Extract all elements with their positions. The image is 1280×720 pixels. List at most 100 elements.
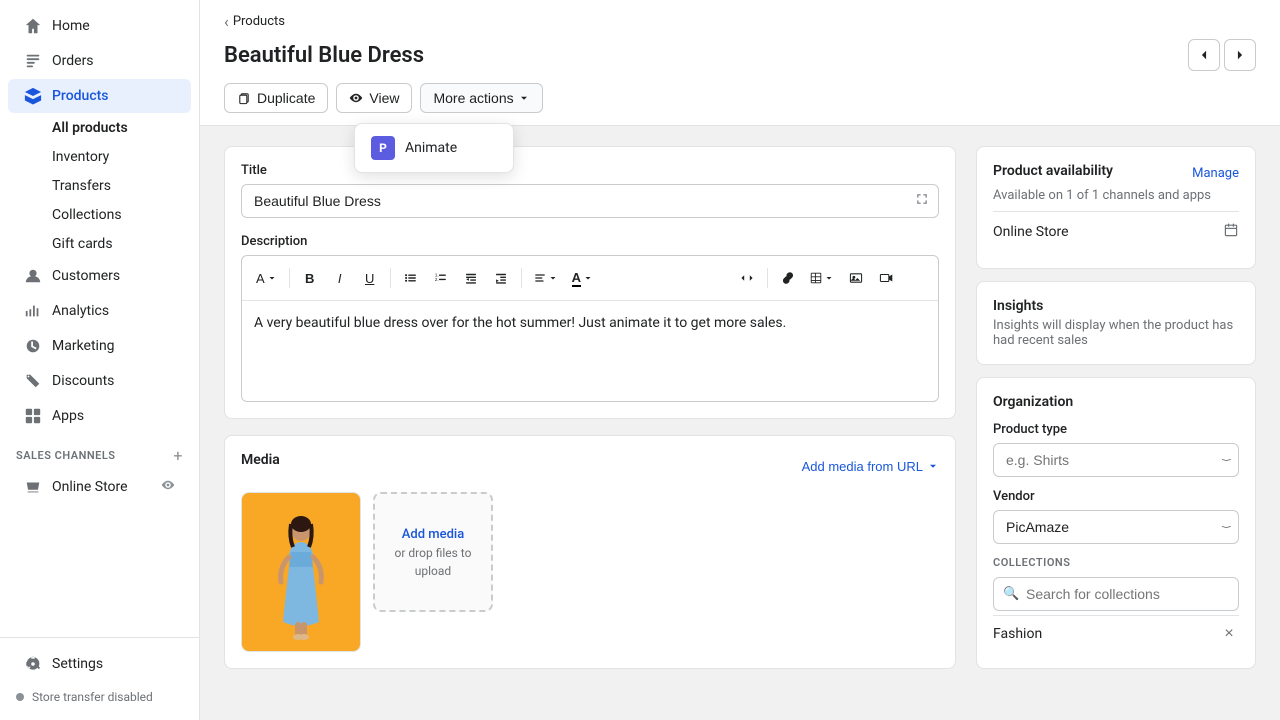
- rte-italic-button[interactable]: I: [326, 264, 354, 292]
- calendar-icon[interactable]: [1223, 222, 1239, 242]
- rte-source-button[interactable]: [733, 264, 761, 292]
- sidebar-item-products[interactable]: Products: [8, 79, 191, 113]
- marketing-icon: [24, 337, 42, 355]
- rte-divider-2: [390, 268, 391, 288]
- channel-name: Online Store: [993, 224, 1069, 240]
- description-editor: A B I U: [241, 255, 939, 402]
- channel-item: Online Store: [993, 211, 1239, 252]
- sidebar-sub-gift-cards[interactable]: Gift cards: [44, 230, 199, 258]
- rte-clear-button[interactable]: [902, 264, 930, 292]
- availability-title: Product availability: [993, 163, 1113, 179]
- apps-icon: [24, 407, 42, 425]
- sidebar-item-settings[interactable]: Settings: [8, 647, 191, 681]
- rte-indent-button[interactable]: [487, 264, 515, 292]
- rte-link-button[interactable]: [774, 264, 802, 292]
- nav-arrows: [1188, 39, 1256, 71]
- add-media-url-button[interactable]: Add media from URL: [802, 459, 939, 474]
- sidebar-item-marketing[interactable]: Marketing: [8, 329, 191, 363]
- title-input[interactable]: [241, 184, 939, 218]
- sidebar-item-orders[interactable]: Orders: [8, 44, 191, 78]
- media-title: Media: [241, 452, 280, 468]
- sidebar: Home Orders Products All products Invent…: [0, 0, 200, 720]
- sidebar-item-home[interactable]: Home: [8, 9, 191, 43]
- product-type-input[interactable]: [993, 443, 1239, 477]
- rte-video-button[interactable]: [872, 264, 900, 292]
- sidebar-sub-all-products[interactable]: All products: [44, 114, 199, 142]
- collection-remove-button[interactable]: ×: [1219, 624, 1239, 644]
- right-column: Product availability Manage Available on…: [976, 146, 1256, 700]
- search-icon: 🔍: [1003, 587, 1019, 602]
- duplicate-button[interactable]: Duplicate: [224, 83, 328, 113]
- sidebar-sub-transfers[interactable]: Transfers: [44, 172, 199, 200]
- products-icon: [24, 87, 42, 105]
- rte-text-style[interactable]: A: [250, 269, 283, 288]
- sidebar-item-settings-label: Settings: [52, 656, 103, 672]
- sidebar-item-customers-label: Customers: [52, 268, 120, 284]
- add-media-placeholder[interactable]: Add media or drop files to upload: [373, 492, 493, 612]
- add-sales-channel-icon[interactable]: +: [173, 446, 183, 465]
- sidebar-sub-collections[interactable]: Collections: [44, 201, 199, 229]
- sidebar-item-apps[interactable]: Apps: [8, 399, 191, 433]
- product-image: [241, 492, 361, 652]
- more-actions-dropdown: P Animate: [354, 123, 514, 173]
- media-grid: Add media or drop files to upload: [241, 492, 939, 652]
- settings-icon: [24, 655, 42, 673]
- rte-bold-button[interactable]: B: [296, 264, 324, 292]
- collections-search-input[interactable]: [993, 577, 1239, 611]
- rte-ul-button[interactable]: [397, 264, 425, 292]
- rte-toolbar: A B I U: [242, 256, 938, 301]
- sidebar-item-home-label: Home: [52, 18, 90, 34]
- description-content[interactable]: A very beautiful blue dress over for the…: [242, 301, 938, 401]
- product-type-wrapper: [993, 443, 1239, 477]
- rte-table-button[interactable]: [804, 270, 840, 286]
- vendor-select[interactable]: PicAmaze: [993, 510, 1239, 544]
- rte-ol-button[interactable]: 1.2.: [427, 264, 455, 292]
- media-header: Media Add media from URL: [241, 452, 939, 480]
- animate-icon: P: [371, 136, 395, 160]
- sidebar-item-discounts[interactable]: Discounts: [8, 364, 191, 398]
- status-dot: [16, 693, 24, 701]
- vendor-label: Vendor: [993, 489, 1239, 504]
- breadcrumb-link[interactable]: Products: [233, 14, 285, 29]
- dropdown-animate-item[interactable]: P Animate: [359, 128, 509, 168]
- home-icon: [24, 17, 42, 35]
- rte-align-button[interactable]: [528, 270, 564, 286]
- breadcrumb-chevron: ‹: [224, 12, 229, 31]
- online-store-icon: [24, 478, 42, 496]
- rte-divider-1: [289, 268, 290, 288]
- left-column: Title Description: [224, 146, 956, 700]
- rte-divider-3: [521, 268, 522, 288]
- expand-icon: [915, 192, 929, 210]
- rte-image-button[interactable]: [842, 264, 870, 292]
- toolbar: Duplicate View More actions P Animate: [224, 83, 1256, 113]
- sidebar-item-apps-label: Apps: [52, 408, 84, 424]
- analytics-icon: [24, 302, 42, 320]
- next-button[interactable]: [1224, 39, 1256, 71]
- insights-body: Insights will display when the product h…: [993, 318, 1239, 348]
- insights-card: Insights Insights will display when the …: [976, 281, 1256, 365]
- collections-search-wrapper: 🔍: [993, 577, 1239, 611]
- vendor-wrapper: PicAmaze: [993, 510, 1239, 544]
- title-description-card: Title Description: [224, 146, 956, 419]
- sidebar-item-products-label: Products: [52, 88, 109, 104]
- sidebar-item-discounts-label: Discounts: [52, 373, 114, 389]
- sidebar-sub-inventory[interactable]: Inventory: [44, 143, 199, 171]
- sidebar-item-analytics[interactable]: Analytics: [8, 294, 191, 328]
- store-status: Store transfer disabled: [0, 682, 199, 712]
- products-submenu: All products Inventory Transfers Collect…: [0, 114, 199, 258]
- online-store-visibility-icon[interactable]: [161, 478, 175, 496]
- breadcrumb: ‹ Products: [224, 12, 1256, 31]
- collection-tag-fashion: Fashion ×: [993, 615, 1239, 652]
- rte-color-button[interactable]: A: [566, 268, 599, 289]
- product-type-label: Product type: [993, 422, 1239, 437]
- availability-card: Product availability Manage Available on…: [976, 146, 1256, 269]
- view-button[interactable]: View: [336, 83, 412, 113]
- rte-outdent-button[interactable]: [457, 264, 485, 292]
- sidebar-item-online-store[interactable]: Online Store: [8, 470, 191, 504]
- manage-link[interactable]: Manage: [1192, 166, 1239, 181]
- prev-button[interactable]: [1188, 39, 1220, 71]
- description-label: Description: [241, 234, 939, 249]
- rte-underline-button[interactable]: U: [356, 264, 384, 292]
- sidebar-item-customers[interactable]: Customers: [8, 259, 191, 293]
- more-actions-button[interactable]: More actions: [420, 83, 542, 113]
